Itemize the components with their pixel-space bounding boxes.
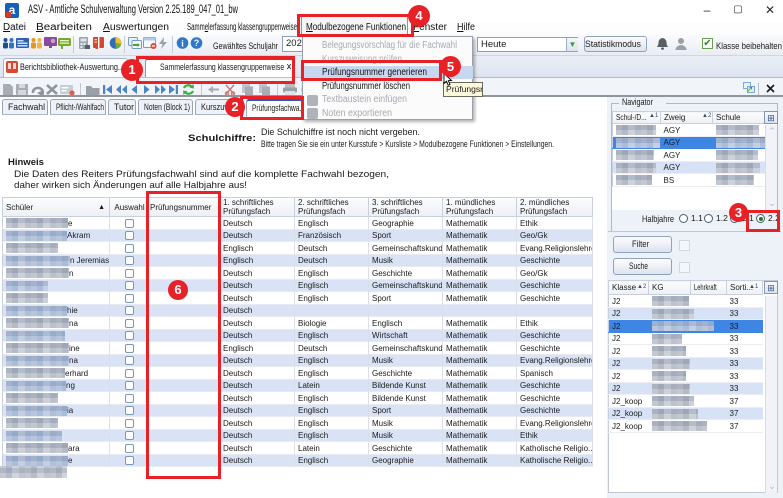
svg-text:?: ? (194, 38, 200, 48)
